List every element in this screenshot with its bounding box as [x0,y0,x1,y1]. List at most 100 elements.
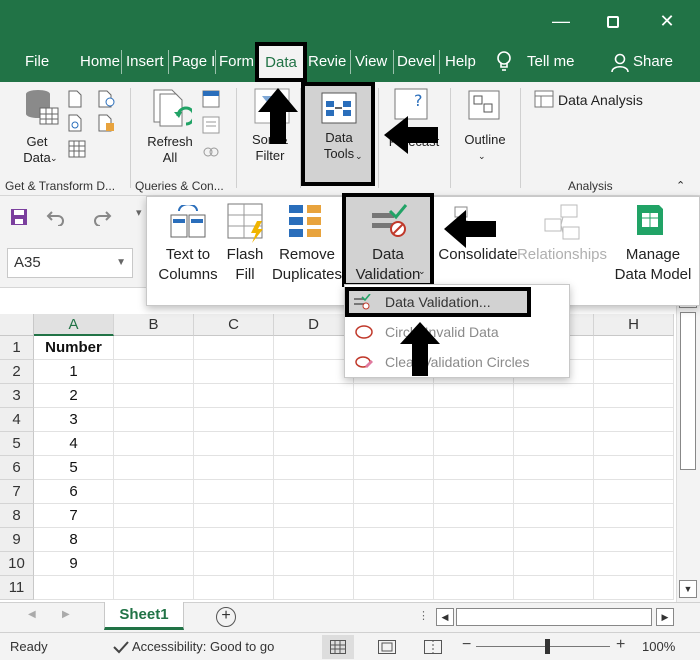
column-header-h[interactable]: H [594,314,674,336]
zoom-slider[interactable] [476,646,610,647]
tab-help[interactable]: Help [445,42,481,82]
grid-cell[interactable] [594,528,674,552]
grid-cell[interactable] [194,336,274,360]
grid-cell[interactable] [594,480,674,504]
grid-cell[interactable] [434,552,514,576]
grid-cell[interactable] [274,336,354,360]
column-header-a[interactable]: A [34,314,114,336]
grid-cell[interactable] [194,552,274,576]
grid-cell[interactable] [434,384,514,408]
save-icon[interactable] [10,208,28,226]
grid-cell[interactable] [594,432,674,456]
grid-cell[interactable] [514,480,594,504]
grid-cell[interactable]: 1 [34,360,114,384]
grid-cell[interactable] [274,576,354,600]
outline-button[interactable]: Outline [454,132,516,148]
grid-cell[interactable] [114,480,194,504]
tab-developer[interactable]: Devel [397,42,437,82]
grid-cell[interactable] [194,576,274,600]
accessibility-status[interactable]: Accessibility: Good to go [132,639,274,654]
grid-cell[interactable]: 5 [34,456,114,480]
manage-data-model-button[interactable]: Manage Data Model [609,245,697,285]
column-header-c[interactable]: C [194,314,274,336]
row-header[interactable]: 10 [0,552,34,576]
tab-view[interactable]: View [355,42,391,82]
data-tools-button[interactable]: Data Tools ⌄ [301,82,375,186]
grid-cell[interactable] [274,480,354,504]
tab-file[interactable]: File [25,42,49,82]
grid-cell[interactable] [514,576,594,600]
grid-cell[interactable] [434,408,514,432]
maximize-button[interactable] [590,0,636,42]
grid-cell[interactable] [114,576,194,600]
page-break-view-icon[interactable] [424,640,442,654]
menu-item-circle-invalid-data[interactable]: Circle Invalid Data [345,317,569,347]
grid-cell[interactable] [514,408,594,432]
menu-item-data-validation[interactable]: Data Validation... [345,287,531,317]
grid-cell[interactable] [514,504,594,528]
grid-cell[interactable] [114,408,194,432]
grid-cell[interactable] [274,456,354,480]
grid-cell[interactable] [594,336,674,360]
grid-cell[interactable] [594,408,674,432]
name-box[interactable]: A35 ▼ [7,248,133,278]
next-sheet-icon[interactable]: ▶ [62,609,70,620]
grid-cell[interactable] [114,456,194,480]
minimize-button[interactable]: — [538,0,584,42]
grid-cell[interactable] [514,384,594,408]
row-header[interactable]: 8 [0,504,34,528]
tab-insert[interactable]: Insert [126,42,166,82]
worksheet-grid[interactable]: ABCDEFGH 1Number213243546576879810911 [0,314,676,602]
grid-cell[interactable] [594,360,674,384]
data-validation-button[interactable]: Data Validation ⌄ [342,193,434,287]
grid-cell[interactable] [594,384,674,408]
grid-cell[interactable]: 9 [34,552,114,576]
grid-cell[interactable]: 6 [34,480,114,504]
grid-cell[interactable] [114,432,194,456]
grid-cell[interactable] [354,552,434,576]
sheet-tab[interactable]: Sheet1 [104,602,184,630]
tab-review[interactable]: Revie [308,42,348,82]
grid-cell[interactable] [434,456,514,480]
grid-cell[interactable]: 7 [34,504,114,528]
zoom-in-button[interactable]: + [616,636,625,654]
grid-cell[interactable] [514,552,594,576]
scroll-left-button[interactable]: ◀ [436,608,454,626]
grid-cell[interactable] [194,408,274,432]
column-header-b[interactable]: B [114,314,194,336]
grid-cell[interactable] [274,408,354,432]
customize-qat-icon[interactable]: ▾ [136,206,142,219]
grid-cell[interactable] [114,504,194,528]
undo-icon[interactable] [46,208,66,226]
flash-fill-button[interactable]: Flash Fill [223,245,267,285]
row-header[interactable]: 5 [0,432,34,456]
grid-cell[interactable] [434,432,514,456]
data-analysis-button[interactable]: Data Analysis [558,92,643,108]
collapse-ribbon-icon[interactable]: ⌃ [676,178,685,194]
grid-cell[interactable] [34,576,114,600]
zoom-slider-thumb[interactable] [545,639,550,654]
grid-cell[interactable] [514,528,594,552]
grid-cell[interactable] [354,408,434,432]
row-header[interactable]: 6 [0,456,34,480]
tab-data[interactable]: Data [255,42,307,82]
grid-cell[interactable] [354,504,434,528]
column-header-d[interactable]: D [274,314,354,336]
row-header[interactable]: 1 [0,336,34,360]
grid-cell[interactable] [114,384,194,408]
grid-cell[interactable] [354,432,434,456]
grid-cell[interactable] [194,504,274,528]
row-header[interactable]: 11 [0,576,34,600]
grid-cell[interactable] [434,576,514,600]
grid-cell[interactable] [274,552,354,576]
grid-cell[interactable]: Number [34,336,114,360]
grid-cell[interactable] [354,456,434,480]
grid-cell[interactable]: 8 [34,528,114,552]
page-layout-view-icon[interactable] [378,640,396,654]
grid-cell[interactable] [194,360,274,384]
remove-duplicates-button[interactable]: Remove Duplicates [269,245,345,285]
grid-cell[interactable] [594,456,674,480]
redo-icon[interactable] [92,208,112,226]
grid-cell[interactable] [194,432,274,456]
grid-cell[interactable]: 2 [34,384,114,408]
